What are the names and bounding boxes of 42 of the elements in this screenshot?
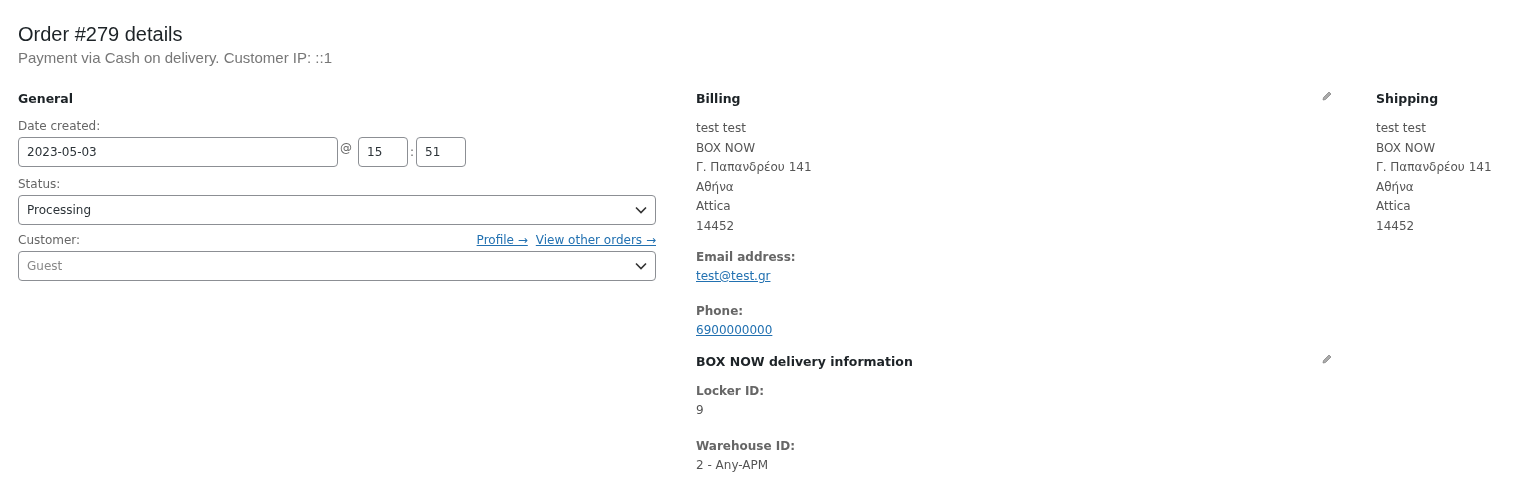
section-heading: BOX NOW delivery information [696, 353, 913, 371]
field-label: Phone: [696, 303, 745, 320]
chevron-down-icon [635, 206, 647, 214]
field-label: Warehouse ID: [696, 437, 796, 455]
status-dropdown[interactable]: Processing [18, 195, 656, 225]
address-line: Γ. Παπανδρέου 141 [696, 159, 813, 176]
time-separator: : [410, 145, 415, 159]
section-heading: Billing [696, 90, 741, 108]
field-label: Customer: [18, 232, 81, 249]
date-field[interactable]: 2023-05-03 [18, 137, 338, 167]
link[interactable]: test@test.gr [696, 267, 771, 286]
field-label: Email address: [696, 249, 797, 266]
section-heading: Shipping [1376, 90, 1440, 108]
section-heading: General [18, 90, 74, 108]
link[interactable]: 6900000000 [696, 321, 773, 340]
hour-field[interactable]: 15 [358, 137, 408, 167]
link[interactable]: Profile → [476, 231, 528, 249]
at-sign: @ [340, 141, 352, 155]
chevron-down-icon [635, 262, 647, 270]
address-line: test test [696, 120, 747, 137]
address-line: BOX NOW [1376, 139, 1437, 157]
address-line: test test [1376, 120, 1427, 137]
address-line: Attica [696, 198, 732, 215]
address-line: Γ. Παπανδρέου 141 [1376, 159, 1493, 176]
address-line: Αθήνα [696, 178, 735, 196]
pencil-icon[interactable] [1322, 354, 1332, 364]
address-line: 14452 [1376, 217, 1416, 235]
pencil-icon[interactable] [1322, 91, 1332, 101]
field-label: Locker ID: [696, 383, 766, 400]
field-value: 9 [696, 402, 705, 419]
payment-info: Payment via Cash on delivery. Customer IP: ::1 [18, 49, 334, 67]
address-line: BOX NOW [696, 139, 757, 157]
link[interactable]: View other orders → [535, 231, 656, 249]
address-line: Attica [1376, 198, 1412, 215]
address-line: 14452 [696, 217, 736, 235]
field-value: 2 - Any-APM [696, 456, 770, 474]
address-line: Αθήνα [1376, 178, 1415, 196]
field-label: Status: [18, 176, 62, 193]
field-label: Date created: [18, 118, 102, 135]
page-title: Order #279 details [18, 22, 184, 46]
minute-field[interactable]: 51 [416, 137, 467, 167]
customer-dropdown[interactable]: Guest [18, 251, 656, 281]
